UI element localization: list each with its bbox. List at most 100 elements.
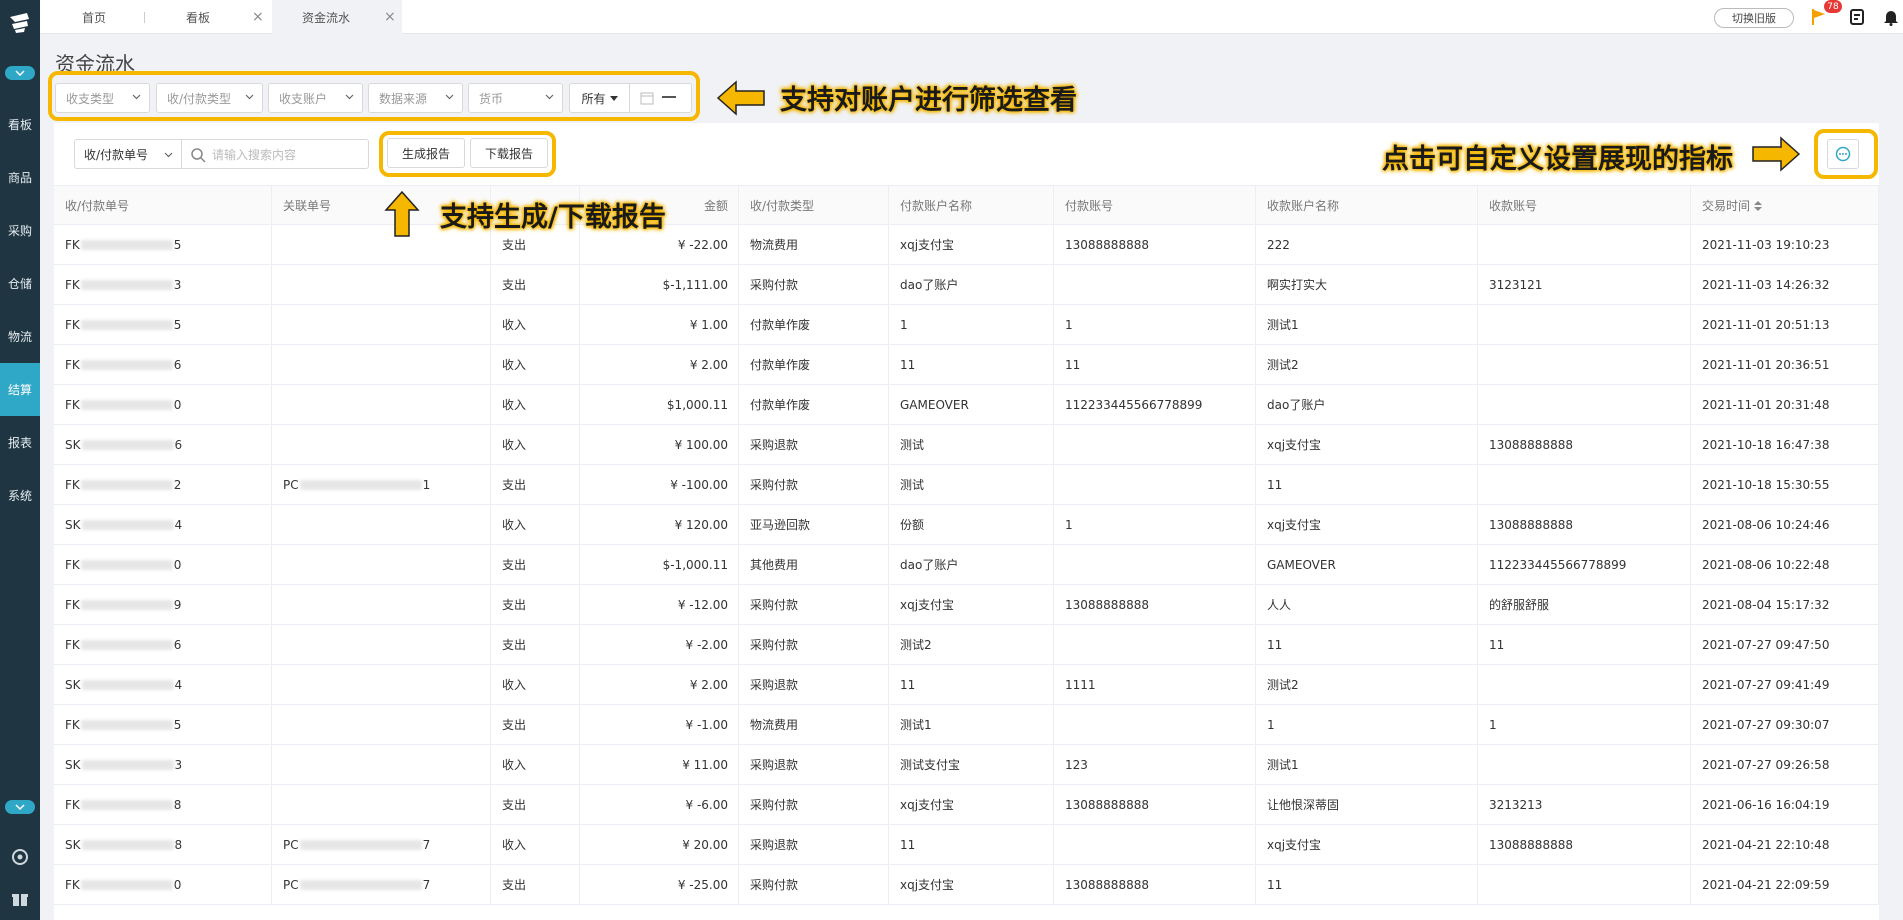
support-icon[interactable] (11, 848, 29, 866)
col-trade-time-cell: 2021-10-18 16:47:38 (1691, 425, 1879, 464)
date-preset-label: 所有 (581, 91, 606, 106)
annotation-filter: 支持对账户进行筛选查看 (780, 85, 1077, 116)
table-row[interactable]: SK 4 收入 ¥ 2.00 采购退款 11 1111 测试2 2021-07-27 09:41… (54, 665, 1879, 705)
col-related-no-cell (272, 785, 491, 824)
task-list-icon[interactable] (1846, 6, 1868, 28)
tab-divider (144, 12, 145, 23)
date-preset-select[interactable]: 所有 (570, 84, 630, 112)
top-bar: 首页 看板 × 资金流水 × 切换旧版 78 (40, 0, 1903, 34)
order-suffix: 8 (174, 837, 183, 852)
sidebar-item-warehouse[interactable]: 仓储 (0, 257, 40, 310)
col-payee-name-cell: xqj支付宝 (1256, 505, 1478, 544)
col-payee-account-cell (1478, 225, 1691, 264)
redacted-text (80, 599, 173, 610)
col-payer-account-cell: 112233445566778899 (1054, 385, 1256, 424)
table-row[interactable]: FK 6 收入 ¥ 2.00 付款单作废 11 11 测试2 2021-11-01 20:36:… (54, 345, 1879, 385)
col-payee-account-cell (1478, 865, 1691, 904)
sidebar-collapse-button[interactable] (5, 66, 35, 80)
col-trade-time-header[interactable]: 交易时间 (1691, 186, 1879, 225)
sidebar-item-settlement[interactable]: 结算 (0, 363, 40, 416)
table-row[interactable]: FK 5 收入 ¥ 1.00 付款单作废 1 1 测试1 2021-11-01 20:51:13 (54, 305, 1879, 345)
table-row[interactable]: FK 0 PC 7 支出 ¥ -25.00 采购付款 xqj支付宝 13088888888 11 2… (54, 865, 1879, 905)
filter-payment-type[interactable]: 收/付款类型 (156, 83, 263, 113)
filter-data-source[interactable]: 数据来源 (368, 83, 463, 113)
col-payment-no-cell: SK 4 (54, 665, 272, 704)
order-suffix: 3 (174, 757, 183, 772)
col-payee-account-cell (1478, 465, 1691, 504)
col-payee-name-cell: GAMEOVER (1256, 545, 1478, 584)
filter-currency[interactable]: 货币 (468, 83, 563, 113)
table-row[interactable]: FK 5 支出 ¥ -1.00 物流费用 测试1 1 1 2021-07-27 09:30:07 (54, 705, 1879, 745)
sidebar-expand-button[interactable] (5, 800, 35, 814)
table-row[interactable]: FK 0 收入 $1,000.11 付款单作废 GAMEOVER 1122334455667… (54, 385, 1879, 425)
col-related-no-cell: PC 1 (272, 465, 491, 504)
arrow-up-icon (384, 190, 420, 237)
table-row[interactable]: FK 0 支出 $-1,000.11 其他费用 dao了账户 GAMEOVER 1122334… (54, 545, 1879, 585)
search-type-select[interactable]: 收/付款单号 (74, 139, 182, 169)
col-payer-account-header: 付款账号 (1054, 186, 1256, 225)
order-suffix: 5 (173, 317, 182, 332)
sidebar-item-logistics[interactable]: 物流 (0, 310, 40, 363)
download-report-button[interactable]: 下载报告 (470, 138, 548, 168)
col-payer-name-header: 付款账户名称 (889, 186, 1054, 225)
table-row[interactable]: FK 5 支出 ¥ -22.00 物流费用 xqj支付宝 13088888888 222 202… (54, 225, 1879, 265)
sort-icon[interactable] (1754, 200, 1763, 211)
table-row[interactable]: SK 4 收入 ¥ 120.00 亚马逊回款 份额 1 xqj支付宝 13088888888 20… (54, 505, 1879, 545)
redacted-text (80, 799, 173, 810)
col-payee-name-cell: 11 (1256, 465, 1478, 504)
tab-label: 看板 (186, 10, 211, 25)
col-payer-account-cell (1054, 265, 1256, 304)
close-icon[interactable]: × (384, 9, 396, 25)
sidebar-item-system[interactable]: 系统 (0, 469, 40, 522)
col-amount-cell: $-1,111.00 (580, 265, 739, 304)
search-placeholder: 请输入搜索内容 (212, 147, 297, 162)
col-payer-name-cell: xqj支付宝 (889, 225, 1054, 264)
table-row[interactable]: FK 8 支出 ¥ -6.00 采购付款 xqj支付宝 13088888888 让他恨深蒂固 3… (54, 785, 1879, 825)
header-label: 付款账号 (1065, 199, 1114, 213)
logo-icon[interactable] (0, 0, 40, 44)
chevron-down-icon (345, 94, 354, 100)
switch-old-version-button[interactable]: 切换旧版 (1714, 8, 1794, 28)
sidebar-item-purchase[interactable]: 采购 (0, 204, 40, 257)
customize-columns-button[interactable] (1827, 139, 1859, 169)
sidebar-item-dashboard[interactable]: 看板 (0, 98, 40, 151)
sidebar-item-reports[interactable]: 报表 (0, 416, 40, 469)
col-payer-name-cell: xqj支付宝 (889, 585, 1054, 624)
order-prefix: FK (65, 877, 80, 892)
col-payment-no-cell: FK 5 (54, 225, 272, 264)
gift-icon[interactable] (11, 890, 29, 908)
order-suffix: 3 (173, 277, 182, 292)
calendar-icon[interactable] (640, 91, 654, 105)
filter-account[interactable]: 收支账户 (268, 83, 363, 113)
col-amount-cell: $1,000.11 (580, 385, 739, 424)
col-trade-time-cell: 2021-11-01 20:31:48 (1691, 385, 1879, 424)
table-row[interactable]: FK 6 支出 ¥ -2.00 采购付款 测试2 11 11 2021-07-27 09:47:… (54, 625, 1879, 665)
col-payer-account-cell: 1 (1054, 305, 1256, 344)
col-trade-time-cell: 2021-07-27 09:41:49 (1691, 665, 1879, 704)
col-direction-cell: 收入 (491, 505, 580, 544)
generate-report-button[interactable]: 生成报告 (387, 138, 465, 168)
table-row[interactable]: FK 9 支出 ¥ -12.00 采购付款 xqj支付宝 13088888888 人人 的舒服舒… (54, 585, 1879, 625)
table-row[interactable]: SK 8 PC 7 收入 ¥ 20.00 采购退款 11 xqj支付宝 13088888888 20… (54, 825, 1879, 865)
table-row[interactable]: SK 3 收入 ¥ 11.00 采购退款 测试支付宝 123 测试1 2021-07-27 09… (54, 745, 1879, 785)
col-payee-account-cell (1478, 665, 1691, 704)
order-prefix: FK (65, 717, 80, 732)
table-row[interactable]: FK 2 PC 1 支出 ¥ -100.00 采购付款 测试 11 2021-10-18 15:3… (54, 465, 1879, 505)
col-payment-type-cell: 采购退款 (739, 745, 889, 784)
tab-cash-flow[interactable]: 资金流水 × (272, 0, 402, 34)
col-payment-no-cell: FK 0 (54, 385, 272, 424)
bell-icon[interactable] (1880, 6, 1902, 28)
col-payment-no-cell: FK 8 (54, 785, 272, 824)
redacted-text (80, 559, 173, 570)
sidebar-item-products[interactable]: 商品 (0, 151, 40, 204)
col-payment-no-cell: SK 4 (54, 505, 272, 544)
filter-income-expense-type[interactable]: 收支类型 (55, 83, 150, 113)
table-row[interactable]: SK 6 收入 ¥ 100.00 采购退款 测试 xqj支付宝 13088888888 2021… (54, 425, 1879, 465)
close-icon[interactable]: × (252, 9, 264, 25)
table-row[interactable]: FK 3 支出 $-1,111.00 采购付款 dao了账户 啊实打实大 3123121 202… (54, 265, 1879, 305)
redacted-text (80, 639, 173, 650)
tab-home[interactable]: 首页 (82, 0, 142, 34)
col-amount-cell: ¥ -25.00 (580, 865, 739, 904)
search-input[interactable]: 请输入搜索内容 (181, 139, 369, 169)
col-related-no-cell (272, 505, 491, 544)
